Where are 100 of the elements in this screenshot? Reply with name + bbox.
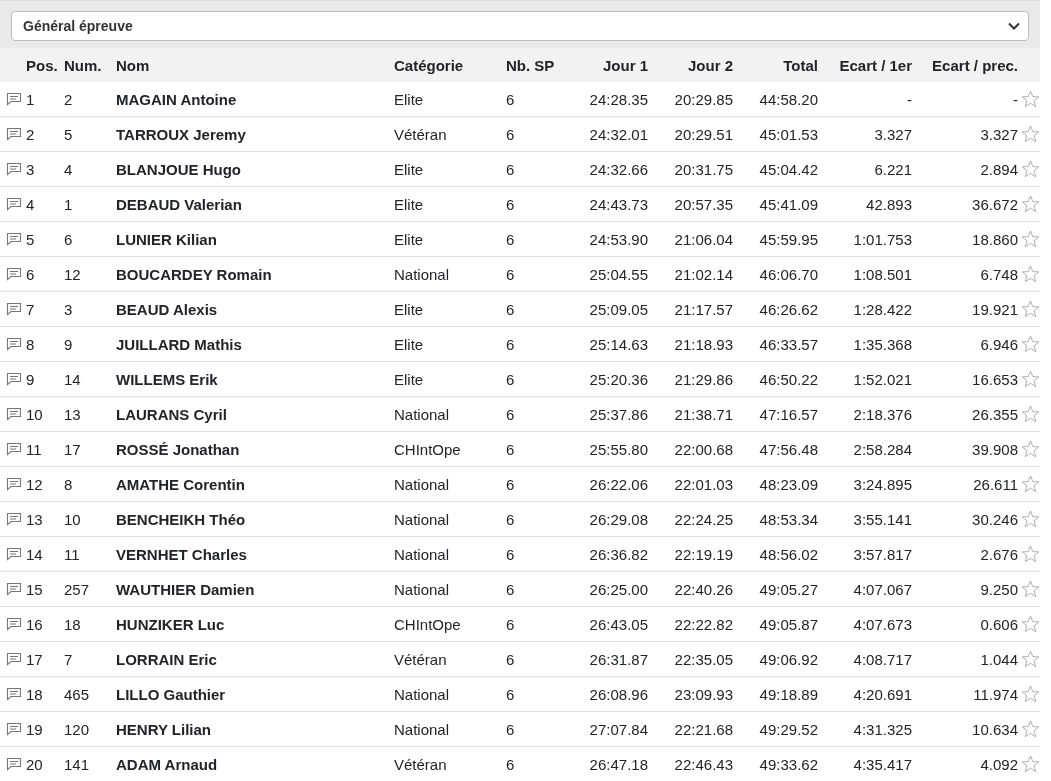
comment-icon[interactable] [6,582,22,596]
table-cell: Vétéran [394,125,447,143]
comment-icon[interactable] [6,722,22,736]
star-icon[interactable] [1020,265,1040,283]
star-icon[interactable] [1020,195,1040,213]
star-icon[interactable] [1020,405,1040,423]
star-icon[interactable] [1020,685,1040,703]
comment-icon[interactable] [6,687,22,701]
column-header[interactable]: Catégorie [394,56,464,74]
table-cell: 20 [26,755,43,773]
star-icon[interactable] [1020,90,1040,108]
star-icon[interactable] [1020,335,1040,353]
comment-icon[interactable] [6,547,22,561]
star-icon[interactable] [1020,440,1040,458]
table-cell: 257 [64,580,90,598]
column-header[interactable]: Nb. SP [506,56,555,74]
table-cell: 49:05.27 [759,580,818,598]
comment-icon[interactable] [6,162,22,176]
column-header[interactable]: Jour 1 [603,56,648,74]
column-header[interactable]: Ecart / 1er [839,56,912,74]
comment-icon[interactable] [6,127,22,141]
table-cell: 3 [64,300,73,318]
column-header[interactable]: Ecart / prec. [932,56,1018,74]
table-cell: 7 [64,650,73,668]
table-cell: Vétéran [394,755,447,773]
table-cell: 6 [506,720,515,738]
column-header[interactable]: Pos. [26,56,58,74]
table-cell: Elite [394,300,424,318]
comment-icon[interactable] [6,407,22,421]
column-header[interactable]: Num. [64,56,102,74]
table-cell: National [394,720,450,738]
table-cell: 6.946 [980,335,1018,353]
table-cell: DEBAUD Valerian [116,195,242,213]
table-cell: 22:21.68 [674,720,733,738]
table-cell: Elite [394,90,424,108]
comment-icon[interactable] [6,652,22,666]
table-cell: 20:57.35 [674,195,733,213]
stage-dropdown[interactable]: Général épreuve [11,11,1029,41]
table-cell: 21:29.86 [674,370,733,388]
star-icon[interactable] [1020,580,1040,598]
star-icon[interactable] [1020,475,1040,493]
table-cell: 48:53.34 [759,510,818,528]
table-cell: 4:31.325 [853,720,912,738]
table-cell: 6 [506,615,515,633]
table-cell: 4.092 [980,755,1018,773]
column-header[interactable]: Jour 2 [688,56,733,74]
table-cell: 4:20.691 [853,685,912,703]
comment-icon[interactable] [6,442,22,456]
comment-icon[interactable] [6,232,22,246]
star-icon[interactable] [1020,370,1040,388]
table-cell: 5 [26,230,35,248]
table-cell: 18 [26,685,43,703]
table-cell: 6 [506,300,515,318]
comment-icon[interactable] [6,197,22,211]
comment-icon[interactable] [6,757,22,771]
star-icon[interactable] [1020,230,1040,248]
table-cell: 4 [26,195,35,213]
table-cell: 24:53.90 [589,230,648,248]
table-cell: 26:22.06 [589,475,648,493]
table-cell: 22:19.19 [674,545,733,563]
comment-icon[interactable] [6,617,22,631]
star-icon[interactable] [1020,510,1040,528]
star-icon[interactable] [1020,545,1040,563]
comment-icon[interactable] [6,92,22,106]
star-icon[interactable] [1020,720,1040,738]
comment-icon[interactable] [6,477,22,491]
table-cell: BLANJOUE Hugo [116,160,241,178]
star-icon[interactable] [1020,755,1040,773]
table-cell: 3.327 [874,125,912,143]
table-cell: 14 [64,370,81,388]
table-cell: 26:08.96 [589,685,648,703]
table-cell: 19.921 [972,300,1018,318]
star-icon[interactable] [1020,300,1040,318]
table-cell: 6 [506,405,515,423]
table-cell: 4:08.717 [853,650,912,668]
table-cell: 6 [506,685,515,703]
column-header[interactable]: Nom [116,56,150,74]
star-icon[interactable] [1020,650,1040,668]
table-cell: MAGAIN Antoine [116,90,237,108]
table-cell: VERNHET Charles [116,545,247,563]
column-header[interactable]: Total [783,56,818,74]
table-cell: 9.250 [980,580,1018,598]
star-icon[interactable] [1020,125,1040,143]
table-cell: LILLO Gauthier [116,685,226,703]
table-cell: 18.860 [972,230,1018,248]
chevron-down-icon [1008,22,1020,30]
comment-icon[interactable] [6,267,22,281]
table-cell: 9 [26,370,35,388]
table-cell: 1 [64,195,73,213]
comment-icon[interactable] [6,337,22,351]
table-cell: 46:26.62 [759,300,818,318]
star-icon[interactable] [1020,160,1040,178]
comment-icon[interactable] [6,512,22,526]
comment-icon[interactable] [6,302,22,316]
table-cell: 6 [506,545,515,563]
table-cell: 6 [26,265,35,283]
star-icon[interactable] [1020,615,1040,633]
comment-icon[interactable] [6,372,22,386]
table-cell: 20:31.75 [674,160,733,178]
table-cell: 19 [26,720,43,738]
